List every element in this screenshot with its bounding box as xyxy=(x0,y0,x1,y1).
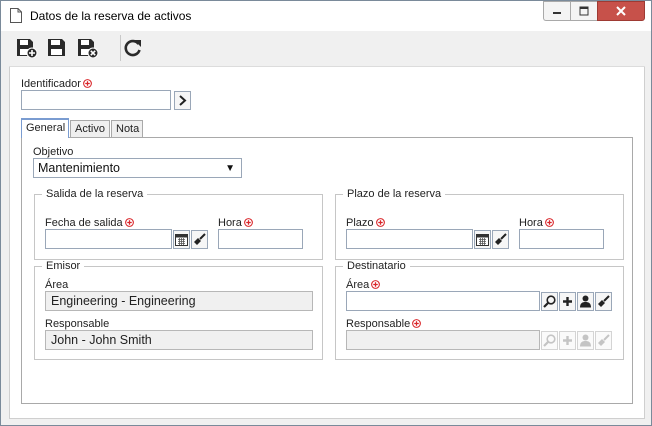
toolbar xyxy=(9,31,645,67)
recipient-legend: Destinatario xyxy=(343,260,410,272)
checkout-time-label: Hora xyxy=(218,217,253,229)
required-icon xyxy=(371,280,381,289)
term-time-input[interactable] xyxy=(519,229,604,249)
close-icon xyxy=(616,6,626,16)
required-icon xyxy=(544,218,554,227)
recipient-responsible-user-button xyxy=(577,331,594,350)
dropdown-arrow-icon: ▼ xyxy=(225,163,235,174)
identifier-label: Identificador xyxy=(21,78,92,90)
checkout-date-label: Fecha de salida xyxy=(45,217,134,229)
objective-value: Mantenimiento xyxy=(38,161,120,175)
checkout-clear-button[interactable] xyxy=(191,230,208,249)
recipient-responsible-search-button xyxy=(541,331,558,350)
issuer-area-field: Engineering - Engineering xyxy=(45,291,313,311)
term-time-label-text: Hora xyxy=(519,217,543,229)
save-close-button[interactable] xyxy=(76,37,100,59)
recipient-responsible-clear-button xyxy=(595,331,612,350)
broom-icon xyxy=(598,295,610,307)
user-icon xyxy=(580,334,591,347)
calendar-icon xyxy=(175,234,188,246)
window-title: Datos de la reserva de activos xyxy=(30,9,192,23)
issuer-responsible-label: Responsable xyxy=(45,318,110,330)
checkout-time-label-text: Hora xyxy=(218,217,242,229)
minimize-button[interactable] xyxy=(543,1,570,21)
term-time-label: Hora xyxy=(519,217,554,229)
identifier-input[interactable] xyxy=(21,90,171,110)
save-new-button[interactable] xyxy=(15,37,39,59)
recipient-area-search-button[interactable] xyxy=(541,292,558,311)
issuer-area-label: Área xyxy=(45,279,69,291)
calendar-icon xyxy=(476,234,489,246)
checkout-time-input[interactable] xyxy=(218,229,303,249)
required-icon xyxy=(83,79,92,88)
save-close-icon xyxy=(78,39,99,58)
required-icon xyxy=(243,218,253,227)
recipient-responsible-label-text: Responsable xyxy=(346,318,411,330)
term-date-input[interactable] xyxy=(346,229,473,249)
issuer-legend: Emisor xyxy=(42,260,85,272)
search-icon xyxy=(543,334,556,347)
term-date-label-text: Plazo xyxy=(346,217,374,229)
term-calendar-button[interactable] xyxy=(474,230,491,249)
broom-icon xyxy=(495,233,507,245)
save-new-icon xyxy=(17,39,38,58)
term-clear-button[interactable] xyxy=(492,230,509,249)
recipient-responsible-field xyxy=(346,330,540,350)
title-bar: Datos de la reserva de activos xyxy=(1,1,651,31)
save-icon xyxy=(48,39,65,56)
identifier-label-text: Identificador xyxy=(21,78,81,90)
objective-label: Objetivo xyxy=(33,146,74,158)
document-icon xyxy=(10,8,22,23)
search-icon xyxy=(543,295,556,308)
term-legend: Plazo de la reserva xyxy=(343,188,446,200)
recipient-responsible-add-button xyxy=(559,331,576,350)
dialog-window: Datos de la reserva de activos Identific… xyxy=(0,0,652,426)
issuer-responsible-field: John - John Smith xyxy=(45,330,313,350)
user-icon xyxy=(580,295,591,308)
recipient-area-label: Área xyxy=(346,279,381,291)
chevron-right-icon xyxy=(179,95,187,106)
tab-nota[interactable]: Nota xyxy=(111,120,143,138)
recipient-area-user-button[interactable] xyxy=(577,292,594,311)
maximize-icon xyxy=(579,6,589,16)
recipient-responsible-label: Responsable xyxy=(346,318,422,330)
close-button[interactable] xyxy=(597,1,645,21)
plus-icon xyxy=(563,336,572,345)
identifier-next-button[interactable] xyxy=(174,91,191,110)
recipient-area-clear-button[interactable] xyxy=(595,292,612,311)
checkout-date-input[interactable] xyxy=(45,229,172,249)
tab-general[interactable]: General xyxy=(21,118,69,138)
tab-activo[interactable]: Activo xyxy=(70,120,110,138)
broom-icon xyxy=(598,334,610,346)
checkout-calendar-button[interactable] xyxy=(173,230,190,249)
recipient-area-add-button[interactable] xyxy=(559,292,576,311)
plus-icon xyxy=(563,297,572,306)
recipient-area-label-text: Área xyxy=(346,279,370,291)
minimize-icon xyxy=(553,12,561,14)
checkout-date-label-text: Fecha de salida xyxy=(45,217,123,229)
objective-select[interactable]: Mantenimiento ▼ xyxy=(33,158,242,178)
checkout-legend: Salida de la reserva xyxy=(42,188,148,200)
broom-icon xyxy=(194,233,206,245)
refresh-icon xyxy=(124,39,141,57)
refresh-button[interactable] xyxy=(121,37,145,59)
required-icon xyxy=(124,218,134,227)
required-icon xyxy=(375,218,385,227)
required-icon xyxy=(412,319,422,328)
save-button[interactable] xyxy=(45,37,69,59)
term-date-label: Plazo xyxy=(346,217,385,229)
recipient-area-input[interactable] xyxy=(346,291,540,311)
maximize-button[interactable] xyxy=(570,1,597,21)
